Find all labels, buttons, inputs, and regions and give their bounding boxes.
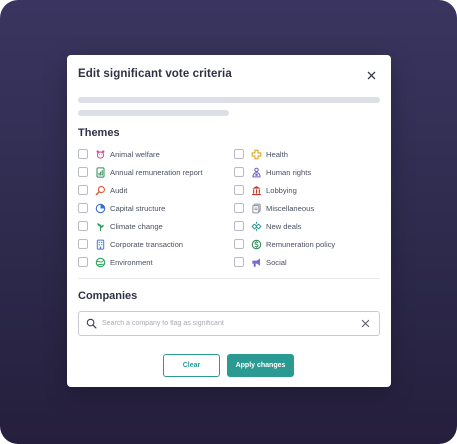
- theme-label: Environment: [110, 257, 153, 267]
- modal-title: Edit significant vote criteria: [78, 68, 232, 80]
- company-search-box: [78, 311, 380, 336]
- new-deals-icon: [251, 221, 262, 232]
- checkbox[interactable]: [78, 257, 88, 267]
- clear-search-icon[interactable]: [361, 319, 371, 329]
- theme-label: Remuneration policy: [266, 239, 336, 249]
- theme-option-health[interactable]: Health: [234, 145, 335, 163]
- checkbox[interactable]: [78, 149, 88, 159]
- climate-icon: [95, 221, 106, 232]
- theme-option-annual-remuneration-report[interactable]: Annual remuneration report: [78, 163, 202, 181]
- section-divider: [78, 278, 380, 279]
- checkbox[interactable]: [234, 167, 244, 177]
- theme-option-environment[interactable]: Environment: [78, 253, 202, 271]
- checkbox[interactable]: [234, 185, 244, 195]
- theme-option-social[interactable]: Social: [234, 253, 335, 271]
- environment-icon: [95, 257, 106, 268]
- theme-option-audit[interactable]: Audit: [78, 181, 202, 199]
- clear-button[interactable]: Clear: [163, 354, 220, 377]
- theme-label: Social: [266, 257, 287, 267]
- theme-option-human-rights[interactable]: Human rights: [234, 163, 335, 181]
- theme-label: Capital structure: [110, 203, 166, 213]
- company-search-input[interactable]: [102, 320, 361, 327]
- checkbox[interactable]: [234, 203, 244, 213]
- theme-label: Lobbying: [266, 185, 297, 195]
- theme-option-remuneration-policy[interactable]: Remuneration policy: [234, 235, 335, 253]
- theme-option-miscellaneous[interactable]: Miscellaneous: [234, 199, 335, 217]
- themes-heading: Themes: [78, 127, 120, 139]
- pie-chart-icon: [95, 203, 106, 214]
- theme-option-capital-structure[interactable]: Capital structure: [78, 199, 202, 217]
- loading-skeleton-line: [78, 97, 380, 103]
- report-icon: [95, 166, 106, 178]
- animal-welfare-icon: [95, 149, 106, 160]
- loading-skeleton-line: [78, 110, 229, 116]
- checkbox[interactable]: [234, 239, 244, 249]
- theme-option-new-deals[interactable]: New deals: [234, 217, 335, 235]
- health-icon: [251, 149, 262, 160]
- building-icon: [95, 239, 106, 250]
- companies-heading: Companies: [78, 290, 138, 302]
- theme-label: New deals: [266, 221, 302, 231]
- checkbox[interactable]: [78, 167, 88, 177]
- theme-label: Annual remuneration report: [110, 167, 203, 177]
- close-icon: [367, 71, 375, 79]
- edit-criteria-modal: Edit significant vote criteria Themes An…: [67, 55, 391, 387]
- theme-option-animal-welfare[interactable]: Animal welfare: [78, 145, 202, 163]
- theme-label: Audit: [110, 185, 128, 195]
- lobbying-icon: [251, 185, 262, 196]
- theme-label: Corporate transaction: [110, 239, 184, 249]
- themes-right-column: Health Human rights Lobbying Miscellaneo…: [234, 145, 335, 271]
- misc-icon: [251, 203, 262, 214]
- checkbox[interactable]: [78, 185, 88, 195]
- search-icon: [86, 318, 97, 329]
- checkbox[interactable]: [234, 221, 244, 231]
- theme-label: Climate change: [110, 221, 163, 231]
- checkbox[interactable]: [78, 221, 88, 231]
- remuneration-icon: [251, 239, 262, 250]
- human-rights-icon: [251, 167, 262, 178]
- checkbox[interactable]: [78, 239, 88, 249]
- theme-option-corporate-transaction[interactable]: Corporate transaction: [78, 235, 202, 253]
- theme-label: Miscellaneous: [266, 203, 315, 213]
- audit-icon: [95, 185, 106, 196]
- theme-option-climate-change[interactable]: Climate change: [78, 217, 202, 235]
- theme-label: Human rights: [266, 167, 312, 177]
- theme-option-lobbying[interactable]: Lobbying: [234, 181, 335, 199]
- close-button[interactable]: [363, 67, 379, 83]
- themes-left-column: Animal welfare Annual remuneration repor…: [78, 145, 202, 271]
- theme-label: Health: [266, 149, 288, 159]
- checkbox[interactable]: [234, 149, 244, 159]
- checkbox[interactable]: [234, 257, 244, 267]
- social-icon: [251, 257, 262, 268]
- theme-label: Animal welfare: [110, 149, 160, 159]
- apply-changes-button[interactable]: Apply changes: [227, 354, 294, 377]
- checkbox[interactable]: [78, 203, 88, 213]
